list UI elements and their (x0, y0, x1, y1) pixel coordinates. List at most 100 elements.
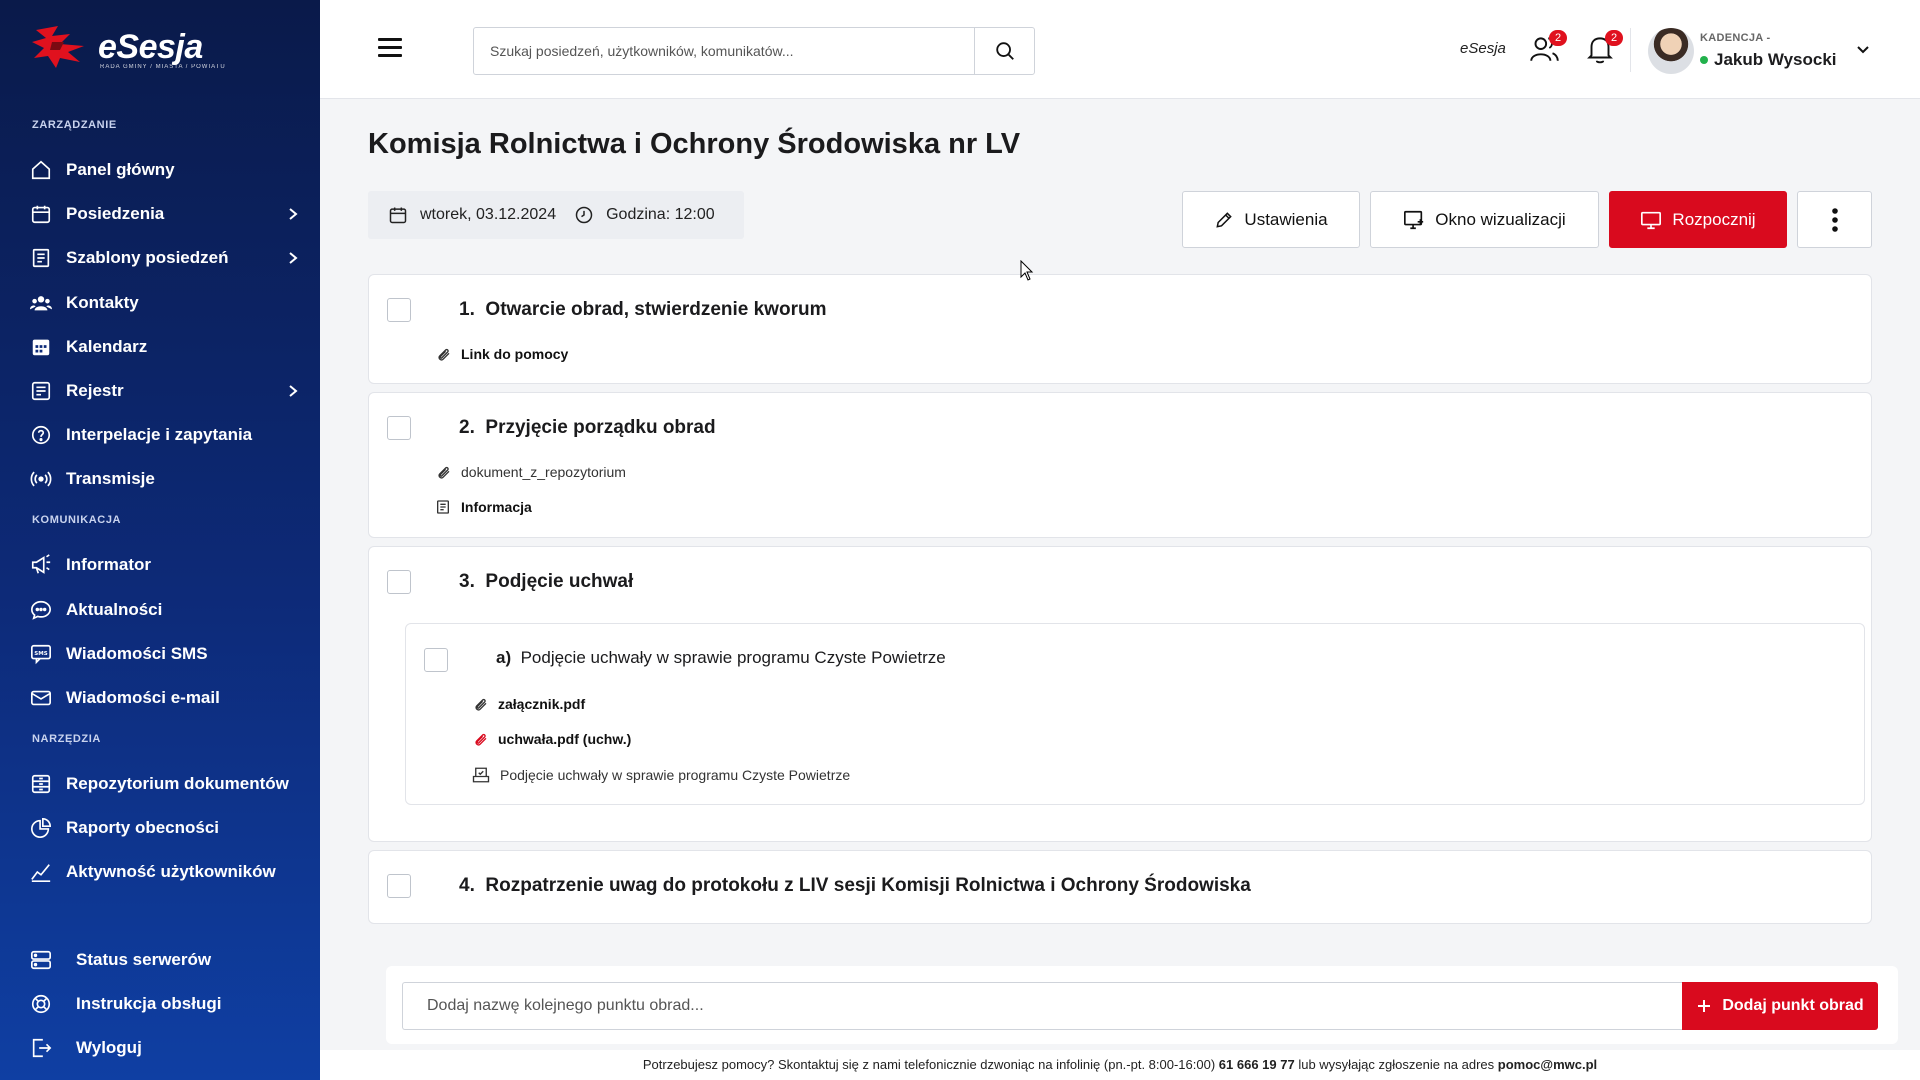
chevron-right-icon (289, 252, 298, 264)
sidebar-item-label: Posiedzenia (66, 204, 165, 223)
online-status-dot (1700, 56, 1708, 64)
chat-icon (30, 599, 52, 621)
chevron-down-icon[interactable] (1855, 42, 1871, 58)
attachment-link[interactable]: Link do pomocy (435, 346, 568, 362)
sms-icon: SMS (30, 643, 52, 665)
section-label-management: ZARZĄDZANIE (32, 119, 117, 131)
sidebar-item-label: Kalendarz (66, 337, 148, 356)
sidebar-item-calendar[interactable]: Kalendarz (30, 327, 300, 367)
sidebar-item-broadcasts[interactable]: Transmisje (30, 459, 300, 499)
attachment-link[interactable]: dokument_z_repozytorium (435, 464, 626, 480)
sidebar-item-contacts[interactable]: Kontakty (30, 283, 300, 323)
sidebar-item-label: Interpelacje i zapytania (66, 425, 253, 444)
sidebar-item-user-activity[interactable]: Aktywność użytkowników (30, 852, 300, 892)
esesja-link[interactable]: eSesja (1460, 40, 1506, 57)
sidebar-item-logout[interactable]: Wyloguj (30, 1028, 300, 1068)
user-name: Jakub Wysocki (1700, 50, 1837, 70)
sidebar-item-dashboard[interactable]: Panel główny (30, 150, 300, 190)
visualization-window-button[interactable]: Okno wizualizacji (1370, 191, 1599, 248)
meeting-datetime: wtorek, 03.12.2024 Godzina: 12:00 (368, 191, 744, 239)
agenda-subitem: a) Podjęcie uchwały w sprawie programu C… (405, 623, 1865, 805)
search-input[interactable] (474, 28, 974, 74)
agenda-item-title[interactable]: 3. Podjęcie uchwał (459, 571, 633, 593)
notifications-button[interactable]: 2 (1583, 30, 1623, 68)
logout-icon (30, 1037, 52, 1059)
settings-button[interactable]: Ustawienia (1182, 191, 1360, 248)
agenda-item-checkbox[interactable] (387, 416, 411, 440)
sidebar-item-label: Panel główny (66, 160, 175, 179)
sidebar-item-sms[interactable]: SMS Wiadomości SMS (30, 634, 300, 674)
sidebar-item-email[interactable]: Wiadomości e-mail (30, 678, 300, 718)
sidebar-item-label: Repozytorium dokumentów (66, 774, 289, 793)
pencil-icon (1216, 211, 1233, 228)
agenda-item-checkbox[interactable] (387, 298, 411, 322)
monitor-add-icon (1404, 210, 1424, 229)
lifebuoy-icon (30, 993, 52, 1015)
sidebar-item-templates[interactable]: Szablony posiedzeń (30, 238, 300, 278)
agenda-item-title[interactable]: 4. Rozpatrzenie uwag do protokołu z LIV … (459, 875, 1251, 897)
sidebar-item-news[interactable]: Aktualności (30, 590, 300, 630)
svg-text:SMS: SMS (34, 651, 47, 657)
more-options-button[interactable] (1797, 191, 1872, 248)
paperclip-icon (438, 466, 450, 479)
contacts-icon (30, 292, 52, 314)
calendar-grid-icon (30, 336, 52, 358)
sidebar-item-register[interactable]: Rejestr (30, 371, 300, 411)
logo-subtitle: RADA GMINY / MIASTA / POWIATU (100, 64, 226, 70)
users-button[interactable]: 2 (1527, 30, 1567, 68)
pie-chart-icon (30, 817, 52, 839)
chevron-right-icon (289, 208, 298, 220)
server-icon (30, 949, 52, 971)
sidebar-item-meetings[interactable]: Posiedzenia (30, 194, 300, 234)
sidebar-item-label: Rejestr (66, 381, 124, 400)
sidebar-item-manual[interactable]: Instrukcja obsługi (30, 984, 300, 1024)
sidebar-item-label: Informator (66, 555, 151, 574)
add-agenda-item-bar: Dodaj punkt obrad (386, 966, 1898, 1044)
new-agenda-item-input[interactable] (402, 982, 1682, 1030)
agenda-item-checkbox[interactable] (387, 874, 411, 898)
agenda-item: 4. Rozpatrzenie uwag do protokołu z LIV … (368, 850, 1872, 924)
register-icon (30, 380, 52, 402)
agenda-subitem-title[interactable]: a) Podjęcie uchwały w sprawie programu C… (496, 648, 946, 668)
paperclip-icon (438, 348, 450, 361)
search-box (473, 27, 1035, 75)
sidebar-item-repository[interactable]: Repozytorium dokumentów (30, 764, 300, 804)
ballot-box-icon (472, 767, 490, 783)
help-email[interactable]: pomoc@mwc.pl (1498, 1057, 1597, 1072)
paperclip-icon (475, 698, 487, 711)
agenda-subitem-checkbox[interactable] (424, 648, 448, 672)
sidebar-item-label: Raporty obecności (66, 818, 220, 837)
attachment-vote[interactable]: Podjęcie uchwały w sprawie programu Czys… (472, 766, 850, 784)
monitor-icon (1641, 211, 1662, 229)
home-icon (30, 159, 52, 181)
section-label-tools: NARZĘDZIA (32, 733, 101, 745)
agenda-item-title[interactable]: 1. Otwarcie obrad, stwierdzenie kworum (459, 299, 826, 321)
agenda-item-checkbox[interactable] (387, 570, 411, 594)
section-label-communication: KOMUNIKACJA (32, 514, 122, 526)
add-agenda-item-button[interactable]: Dodaj punkt obrad (1682, 982, 1878, 1030)
activity-icon (30, 861, 52, 883)
attachment-note[interactable]: Informacja (435, 499, 532, 515)
sidebar-item-label: Status serwerów (76, 950, 212, 969)
sidebar-item-label: Szablony posiedzeń (66, 248, 229, 267)
start-meeting-button[interactable]: Rozpocznij (1609, 191, 1787, 248)
agenda-item: 3. Podjęcie uchwał a) Podjęcie uchwały w… (368, 546, 1872, 842)
sidebar-item-attendance-reports[interactable]: Raporty obecności (30, 808, 300, 848)
sidebar-item-label: Aktualności (66, 600, 163, 619)
sidebar-item-interpellations[interactable]: Interpelacje i zapytania (30, 415, 300, 455)
sidebar-item-label: Wiadomości SMS (66, 644, 208, 663)
attachment-resolution[interactable]: uchwała.pdf (uchw.) (472, 731, 631, 747)
agenda-item-title[interactable]: 2. Przyjęcie porządku obrad (459, 417, 716, 439)
divider (1630, 28, 1631, 72)
chevron-right-icon (289, 385, 298, 397)
sidebar-item-informator[interactable]: Informator (30, 545, 300, 585)
sidebar-item-server-status[interactable]: Status serwerów (30, 940, 300, 980)
meeting-date: wtorek, 03.12.2024 (420, 206, 557, 223)
note-icon (437, 500, 449, 514)
help-phone[interactable]: 61 666 19 77 (1219, 1057, 1295, 1072)
menu-toggle-icon[interactable] (378, 38, 402, 58)
attachment-link[interactable]: załącznik.pdf (472, 696, 585, 712)
logo-text: eSesja (98, 27, 203, 66)
calendar-icon (30, 203, 52, 225)
search-button[interactable] (974, 28, 1034, 74)
